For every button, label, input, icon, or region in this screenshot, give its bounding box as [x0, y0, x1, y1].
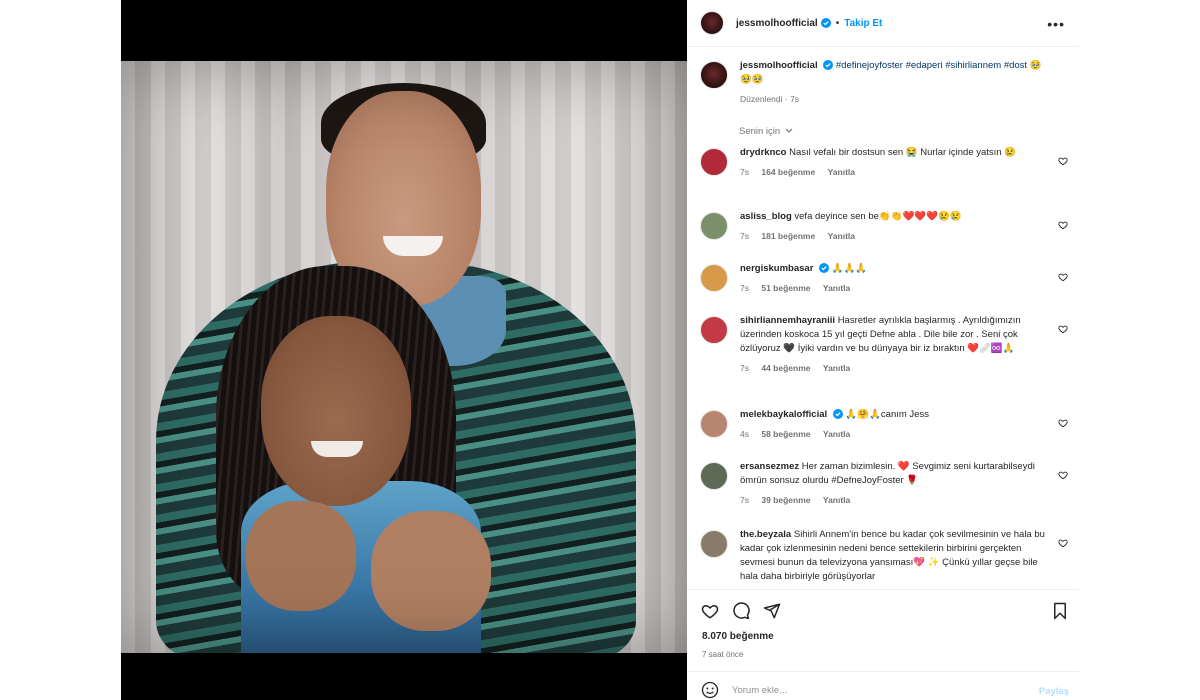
post-header: jessmolhoofficial • Takip Et •••: [687, 0, 1079, 47]
comment-time: 4s: [740, 429, 749, 439]
comment-time: 7s: [740, 167, 749, 177]
comment-like-heart-icon[interactable]: [1058, 470, 1068, 480]
comment-username[interactable]: nergiskumbasar: [740, 263, 813, 274]
author-username[interactable]: jessmolhoofficial: [736, 18, 818, 29]
post-media[interactable]: [121, 0, 687, 700]
post-time: 7 saat önce: [702, 650, 744, 659]
post-photo[interactable]: [121, 61, 687, 653]
commenter-avatar[interactable]: [700, 530, 728, 558]
comment-likes[interactable]: 39 beğenme: [761, 495, 810, 505]
heart-icon[interactable]: [701, 602, 719, 620]
commenter-avatar[interactable]: [700, 212, 728, 240]
comment-text: Nasıl vefalı bir dostsun sen 😭 Nurlar iç…: [789, 147, 1017, 158]
comment-like-heart-icon[interactable]: [1058, 272, 1068, 282]
comment-time: 7s: [740, 283, 749, 293]
comment-like-heart-icon[interactable]: [1058, 418, 1068, 428]
comment-body: the.beyzala Sihirli Annem'in bence bu ka…: [740, 528, 1050, 584]
comment-text: vefa deyince sen be👏👏❤️❤️❤️😢😢: [794, 211, 962, 222]
comment-meta: 4s 58 beğenme Yanıtla: [740, 427, 1050, 441]
follow-button[interactable]: Takip Et: [844, 18, 882, 29]
reply-button[interactable]: Yanıtla: [823, 495, 850, 505]
comments-scroll-area[interactable]: jessmolhoofficial #definejoyfoster #edap…: [687, 48, 1079, 589]
comment-meta: 7s 44 beğenme Yanıtla: [740, 361, 1050, 375]
comment-likes[interactable]: 51 beğenme: [761, 283, 810, 293]
author-avatar[interactable]: [700, 11, 724, 35]
comment-username[interactable]: drydrknco: [740, 147, 786, 158]
sort-dropdown-label: Senin için: [739, 126, 781, 137]
verified-badge-icon: [823, 60, 834, 71]
reply-button[interactable]: Yanıtla: [823, 429, 850, 439]
comment-username[interactable]: ersansezmez: [740, 461, 799, 472]
comment-text: 🙏🤗🙏canım Jess: [845, 409, 929, 420]
comment-composer: Paylaş: [687, 671, 1079, 700]
comment-time: 7s: [740, 495, 749, 505]
comment-username[interactable]: asliss_blog: [740, 211, 792, 222]
caption-username[interactable]: jessmolhoofficial: [740, 60, 818, 71]
verified-badge-icon: [832, 409, 843, 420]
comment-body: nergiskumbasar 🙏🙏🙏 7s 51 beğenme Yanıtla: [740, 262, 1050, 295]
verified-badge-icon: [819, 263, 830, 274]
comment-time: 7s: [740, 363, 749, 373]
commenter-avatar[interactable]: [700, 316, 728, 344]
comment-likes[interactable]: 44 beğenme: [761, 363, 810, 373]
comment-body: asliss_blog vefa deyince sen be👏👏❤️❤️❤️😢…: [740, 210, 1050, 243]
comment-body: sihirliannemhayraniii Hasretler ayrılıkl…: [740, 314, 1050, 375]
likes-count[interactable]: 8.070 beğenme: [702, 631, 774, 642]
comment-like-heart-icon[interactable]: [1058, 538, 1068, 548]
chevron-down-icon: [785, 129, 793, 134]
share-icon[interactable]: [763, 602, 781, 620]
photo-vignette: [121, 61, 687, 653]
comment-meta: 7s 39 beğenme Yanıtla: [740, 493, 1050, 507]
post-comment-button[interactable]: Paylaş: [1039, 686, 1069, 697]
comment-input[interactable]: [732, 682, 1022, 698]
comment-body: ersansezmez Her zaman bizimlesin. ❤️ Sev…: [740, 460, 1050, 507]
more-icon[interactable]: •••: [1047, 16, 1065, 32]
comment-like-heart-icon[interactable]: [1058, 156, 1068, 166]
post-action-bar: [687, 589, 1079, 629]
commenter-avatar[interactable]: [700, 148, 728, 176]
comment-likes[interactable]: 181 beğenme: [761, 231, 815, 241]
comment-time: 7s: [740, 231, 749, 241]
header-separator: •: [835, 17, 840, 29]
bookmark-icon[interactable]: [1051, 602, 1069, 620]
comment-body: melekbaykalofficial 🙏🤗🙏canım Jess 4s 58 …: [740, 408, 1050, 441]
comment-meta: 7s 51 beğenme Yanıtla: [740, 281, 1050, 295]
comment-like-heart-icon[interactable]: [1058, 324, 1068, 334]
comment-body: drydrknco Nasıl vefalı bir dostsun sen 😭…: [740, 146, 1050, 179]
sort-dropdown[interactable]: Senin için: [739, 126, 793, 137]
commenter-avatar[interactable]: [700, 264, 728, 292]
comment-username[interactable]: melekbaykalofficial: [740, 409, 827, 420]
verified-badge-icon: [820, 18, 831, 28]
caption-meta: Düzenlendi · 7s: [740, 94, 800, 104]
comment-username[interactable]: the.beyzala: [740, 529, 791, 540]
commenter-avatar[interactable]: [700, 410, 728, 438]
caption-body: jessmolhoofficial #definejoyfoster #edap…: [740, 59, 1050, 106]
comment-likes[interactable]: 58 beğenme: [761, 429, 810, 439]
comment-meta: 7s 181 beğenme Yanıtla: [740, 229, 1050, 243]
caption-avatar[interactable]: [700, 61, 728, 89]
commenter-avatar[interactable]: [700, 462, 728, 490]
reply-button[interactable]: Yanıtla: [828, 231, 855, 241]
emoji-icon[interactable]: [701, 681, 719, 699]
comment-likes[interactable]: 164 beğenme: [761, 167, 815, 177]
comment-meta: 7s 164 beğenme Yanıtla: [740, 165, 1050, 179]
reply-button[interactable]: Yanıtla: [823, 283, 850, 293]
comment-icon[interactable]: [732, 602, 750, 620]
post-side-panel: jessmolhoofficial • Takip Et ••• jessmol…: [687, 0, 1079, 700]
comment-like-heart-icon[interactable]: [1058, 220, 1068, 230]
reply-button[interactable]: Yanıtla: [828, 167, 855, 177]
reply-button[interactable]: Yanıtla: [823, 363, 850, 373]
comment-username[interactable]: sihirliannemhayraniii: [740, 315, 835, 326]
caption-hashtags[interactable]: #definejoyfoster #edaperi #sihirliannem …: [836, 60, 1027, 71]
comment-text: 🙏🙏🙏: [831, 263, 868, 274]
